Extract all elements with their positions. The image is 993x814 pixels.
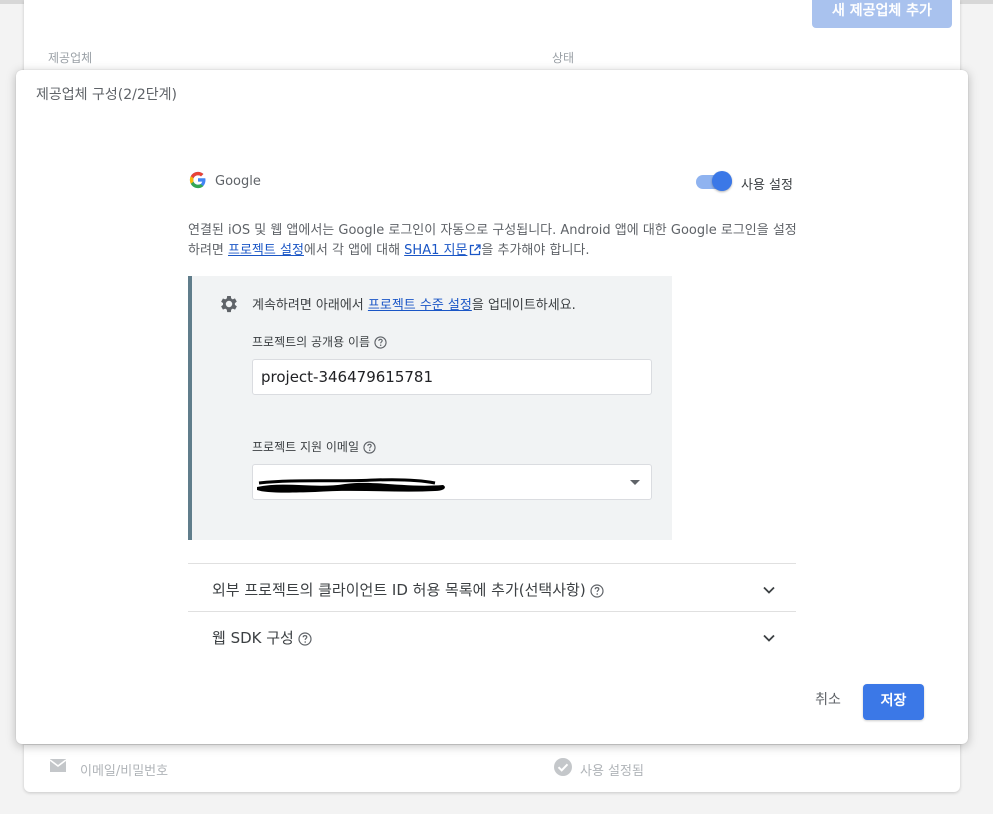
accordion-label: 외부 프로젝트의 클라이언트 ID 허용 목록에 추가(선택사항) [212, 579, 604, 602]
accordion-label-text: 외부 프로젝트의 클라이언트 ID 허용 목록에 추가(선택사항) [212, 581, 586, 599]
cancel-button[interactable]: 취소 [808, 684, 848, 720]
check-circle-icon [553, 757, 573, 782]
project-settings-panel: 계속하려면 아래에서 프로젝트 수준 설정을 업데이트하세요. 프로젝트의 공개… [188, 276, 672, 540]
provider-status: 사용 설정됨 [580, 764, 644, 779]
public-name-input[interactable] [252, 359, 652, 395]
gear-icon [218, 293, 240, 320]
row-divider [24, 744, 960, 745]
chevron-down-icon [762, 582, 776, 600]
support-email-select[interactable] [252, 464, 652, 500]
google-logo-icon [188, 170, 208, 190]
help-icon[interactable] [363, 441, 376, 457]
help-icon[interactable] [374, 336, 387, 352]
support-email-label: 프로젝트 지원 이메일 [252, 438, 376, 457]
project-settings-link[interactable]: 프로젝트 설정 [228, 243, 304, 258]
help-icon[interactable] [298, 632, 312, 650]
web-sdk-config-accordion[interactable]: 웹 SDK 구성 [188, 612, 796, 659]
public-name-label: 프로젝트의 공개용 이름 [252, 333, 387, 352]
save-button[interactable]: 저장 [863, 684, 924, 720]
provider-column-header: 제공업체 [48, 51, 93, 65]
enable-toggle-label: 사용 설정 [741, 178, 793, 193]
panel-message-prefix: 계속하려면 아래에서 [252, 298, 368, 313]
description-text-2: 에서 각 앱에 대해 [303, 243, 405, 258]
help-icon[interactable] [590, 584, 604, 602]
open-in-new-icon [469, 243, 482, 263]
public-name-label-text: 프로젝트의 공개용 이름 [252, 335, 371, 349]
project-level-settings-link[interactable]: 프로젝트 수준 설정 [368, 298, 472, 313]
redacted-email [255, 475, 450, 500]
mail-icon [48, 757, 68, 780]
chevron-down-icon [630, 480, 640, 485]
provider-name: Google [215, 174, 261, 189]
accordion-label-text: 웹 SDK 구성 [212, 629, 294, 647]
description-text-3: 을 추가해야 합니다. [481, 243, 590, 258]
dialog-title: 제공업체 구성(2/2단계) [36, 87, 177, 103]
provider-config-dialog: 제공업체 구성(2/2단계) Google 사용 설정 연결된 iOS 및 웹 … [16, 70, 968, 744]
client-id-allowlist-accordion[interactable]: 외부 프로젝트의 클라이언트 ID 허용 목록에 추가(선택사항) [188, 564, 796, 611]
accordion-label: 웹 SDK 구성 [212, 627, 312, 650]
support-email-label-text: 프로젝트 지원 이메일 [252, 440, 359, 454]
sha1-fingerprint-link[interactable]: SHA1 지문 [404, 243, 467, 258]
panel-message: 계속하려면 아래에서 프로젝트 수준 설정을 업데이트하세요. [252, 294, 576, 313]
status-column-header: 상태 [552, 51, 575, 65]
panel-message-suffix: 을 업데이트하세요. [471, 298, 576, 313]
chevron-down-icon [762, 630, 776, 648]
add-provider-button[interactable]: 새 제공업체 추가 [812, 0, 952, 28]
email-password-provider[interactable]: 이메일/비밀번호 [80, 760, 168, 779]
provider-description: 연결된 iOS 및 웹 앱에서는 Google 로그인이 자동으로 구성됩니다.… [188, 221, 798, 263]
enable-toggle[interactable] [696, 171, 734, 191]
toggle-thumb [712, 171, 732, 191]
